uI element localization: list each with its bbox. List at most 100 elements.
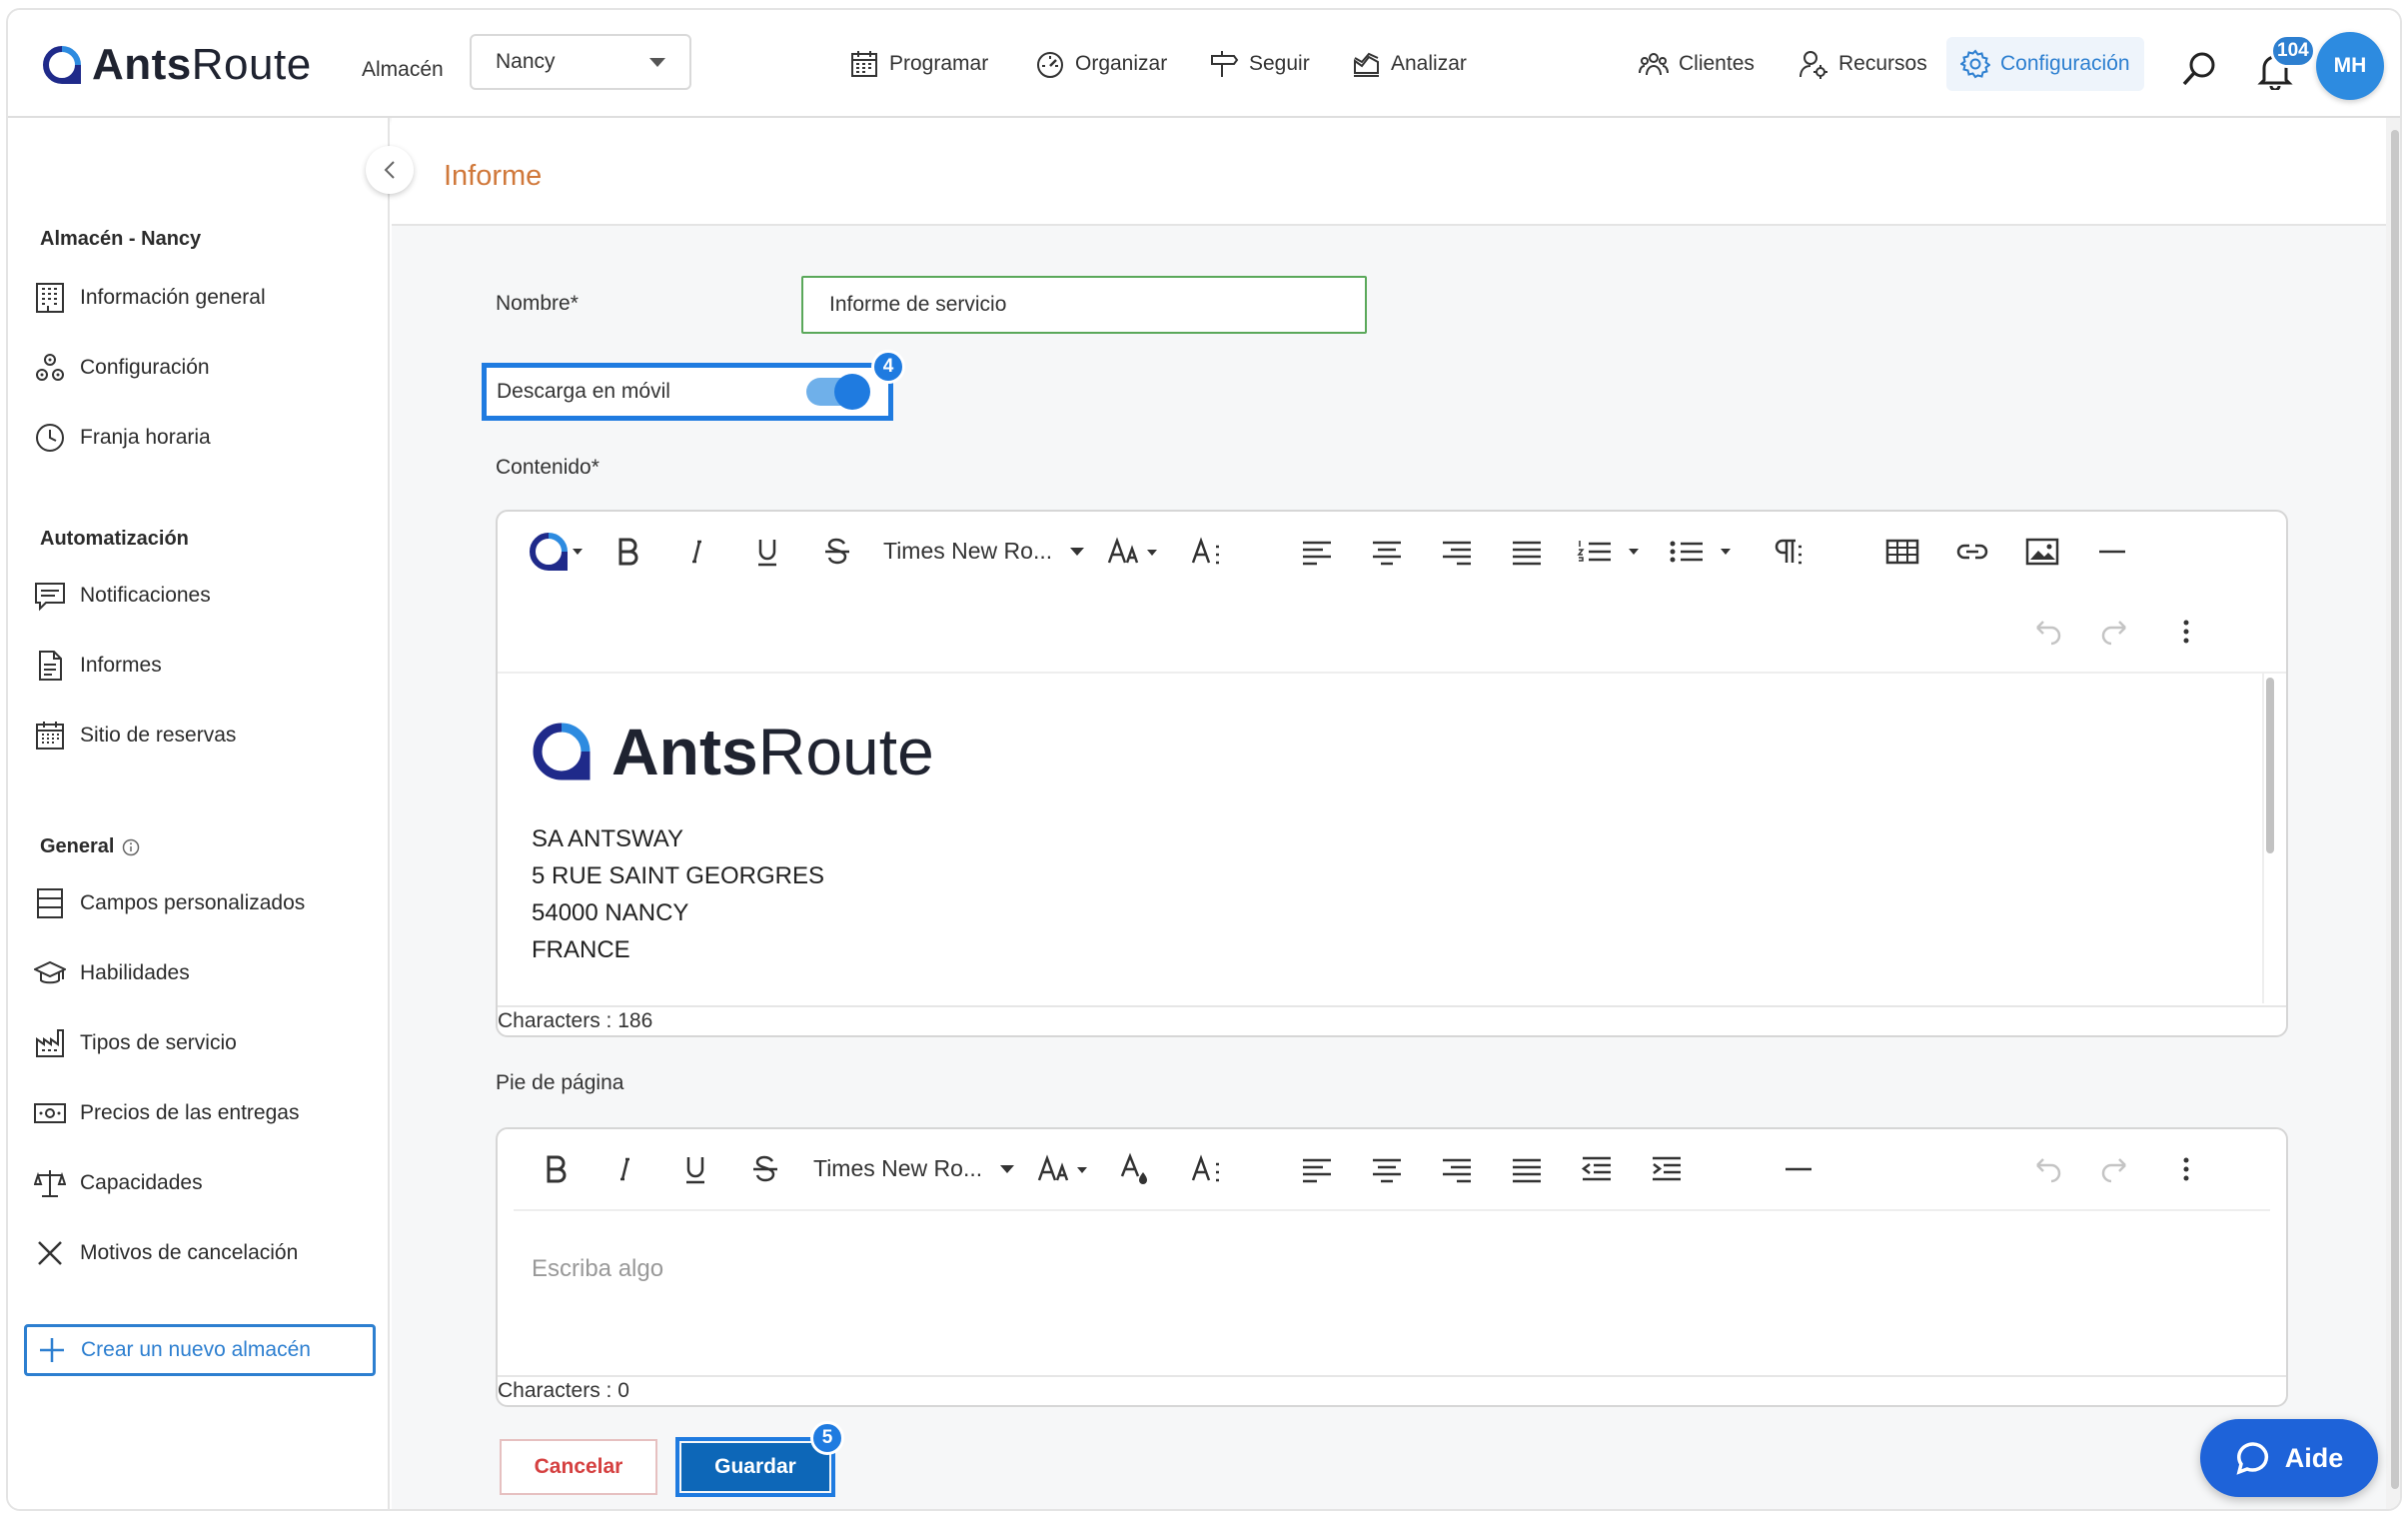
nav-analizar[interactable]: Analizar <box>1351 46 1467 82</box>
content-editor-scrollbar[interactable] <box>2262 672 2274 1003</box>
calendar-grid-icon <box>36 722 64 750</box>
font-family-select[interactable]: Times New Ro... <box>813 1155 1015 1182</box>
sidebar-item-configuracion[interactable]: Configuración <box>34 348 210 388</box>
line-height-button[interactable] <box>1187 1149 1227 1189</box>
mobile-download-toggle[interactable] <box>806 374 870 410</box>
undo-button[interactable] <box>2026 612 2066 652</box>
align-right-button[interactable] <box>1437 532 1477 572</box>
undo-icon <box>2036 621 2061 646</box>
sidebar-item-informacion-general[interactable]: Información general <box>34 278 266 318</box>
align-center-button[interactable] <box>1367 1149 1407 1189</box>
strikethrough-button[interactable] <box>745 1149 785 1189</box>
underline-button[interactable] <box>675 1149 715 1189</box>
font-family-select[interactable]: Times New Ro... <box>883 538 1085 565</box>
sidebar-item-capacidades[interactable]: Capacidades <box>34 1163 203 1203</box>
more-options-button[interactable] <box>2166 612 2206 652</box>
name-field[interactable]: Informe de servicio <box>801 276 1367 334</box>
undo-button[interactable] <box>2026 1149 2066 1189</box>
sidebar-item-franja-horaria[interactable]: Franja horaria <box>34 418 211 458</box>
horizontal-line-button[interactable] <box>1779 1149 1818 1189</box>
redo-button[interactable] <box>2096 1149 2136 1189</box>
paragraph-format-button[interactable] <box>1767 532 1806 572</box>
image-icon <box>2025 538 2059 566</box>
step-badge-4: 4 <box>871 350 905 384</box>
strikethrough-button[interactable] <box>817 532 857 572</box>
more-options-button[interactable] <box>2166 1149 2206 1189</box>
nav-configuracion[interactable]: Configuración <box>1946 37 2144 91</box>
insert-image-button[interactable] <box>2022 532 2062 572</box>
align-left-icon <box>1303 541 1331 566</box>
insert-table-button[interactable] <box>1882 532 1922 572</box>
outdent-button[interactable] <box>1577 1149 1617 1189</box>
align-center-button[interactable] <box>1367 532 1407 572</box>
align-left-button[interactable] <box>1297 532 1337 572</box>
content-label: Contenido* <box>496 456 600 479</box>
footer-editor-placeholder[interactable]: Escriba algo <box>532 1255 663 1283</box>
warehouse-select-value: Nancy <box>496 50 556 73</box>
nav-recursos[interactable]: Recursos <box>1799 46 1927 82</box>
nav-label: Organizar <box>1075 52 1168 75</box>
table-icon <box>1885 539 1919 565</box>
content-editor-scrollbar-thumb[interactable] <box>2266 678 2274 853</box>
nav-organizar[interactable]: Organizar <box>1035 46 1167 82</box>
avatar[interactable]: MH <box>2316 32 2384 100</box>
sidebar-item-notificaciones[interactable]: Notificaciones <box>34 576 211 616</box>
italic-button[interactable] <box>605 1149 645 1189</box>
chevron-left-icon <box>384 161 395 179</box>
info-icon[interactable] <box>122 838 140 856</box>
antsroute-logo-icon <box>530 533 568 571</box>
bold-button[interactable] <box>536 1149 576 1189</box>
font-size-icon <box>1107 537 1157 564</box>
align-right-button[interactable] <box>1437 1149 1477 1189</box>
content-editor-body[interactable]: AntsRoute SA ANTSWAY 5 RUE SAINT GEORGRE… <box>498 672 2286 1003</box>
collapse-sidebar-button[interactable] <box>366 146 414 194</box>
warehouse-select[interactable]: Nancy <box>470 34 691 90</box>
sidebar-item-label: Motivos de cancelación <box>80 1241 299 1264</box>
ordered-list-button[interactable] <box>1577 532 1647 572</box>
sidebar-section-warehouse: Almacén - Nancy <box>40 228 202 250</box>
page-scrollbar[interactable] <box>2386 118 2400 1509</box>
italic-icon <box>620 1157 629 1181</box>
sidebar-item-sitio-de-reservas[interactable]: Sitio de reservas <box>34 716 236 756</box>
page-header: Informe <box>392 118 2386 226</box>
create-warehouse-button[interactable]: Crear un nuevo almacén <box>24 1324 376 1376</box>
sidebar-item-informes[interactable]: Informes <box>34 646 162 686</box>
mobile-download-label: Descarga en móvil <box>497 380 670 403</box>
sidebar-item-habilidades[interactable]: Habilidades <box>34 953 190 993</box>
help-chat-button[interactable]: Aide <box>2200 1419 2378 1497</box>
bold-button[interactable] <box>607 532 647 572</box>
line-height-button[interactable] <box>1187 532 1227 572</box>
sidebar-item-tipos-de-servicio[interactable]: Tipos de servicio <box>34 1023 237 1063</box>
sidebar-item-precios-de-las-entregas[interactable]: Precios de las entregas <box>34 1093 299 1133</box>
sidebar-item-motivos-de-cancelacion[interactable]: Motivos de cancelación <box>34 1233 298 1273</box>
text-color-button[interactable] <box>1115 1149 1155 1189</box>
factory-icon <box>36 1029 64 1057</box>
save-button[interactable]: Guardar <box>681 1443 829 1491</box>
italic-button[interactable] <box>677 532 717 572</box>
cancel-button[interactable]: Cancelar <box>500 1439 657 1495</box>
template-menu-button[interactable] <box>526 532 586 572</box>
nav-seguir[interactable]: Seguir <box>1209 46 1310 82</box>
content-editor: Times New Ro... AntsRoute SA ANTSWAY 5 R… <box>496 510 2288 1037</box>
content-char-count: Characters : 186 <box>498 1005 2286 1035</box>
insert-link-button[interactable] <box>1952 532 1992 572</box>
page-scrollbar-thumb[interactable] <box>2391 130 2399 1489</box>
indent-button[interactable] <box>1647 1149 1687 1189</box>
font-size-button[interactable] <box>1037 1149 1093 1189</box>
nav-clientes[interactable]: Clientes <box>1639 46 1755 82</box>
plus-icon <box>40 1338 64 1362</box>
bullet-list-button[interactable] <box>1669 532 1739 572</box>
align-justify-button[interactable] <box>1507 1149 1547 1189</box>
redo-button[interactable] <box>2096 612 2136 652</box>
user-gear-icon <box>1800 51 1827 79</box>
underline-button[interactable] <box>747 532 787 572</box>
align-justify-button[interactable] <box>1507 532 1547 572</box>
align-left-button[interactable] <box>1297 1149 1337 1189</box>
horizontal-line-button[interactable] <box>2092 532 2132 572</box>
search-icon[interactable] <box>2180 50 2218 88</box>
chart-icon <box>1354 52 1379 77</box>
sidebar-item-campos-personalizados[interactable]: Campos personalizados <box>34 883 305 923</box>
nav-programar[interactable]: Programar <box>849 46 988 82</box>
app-logo[interactable]: AntsRoute <box>42 40 312 90</box>
font-size-button[interactable] <box>1107 532 1163 572</box>
